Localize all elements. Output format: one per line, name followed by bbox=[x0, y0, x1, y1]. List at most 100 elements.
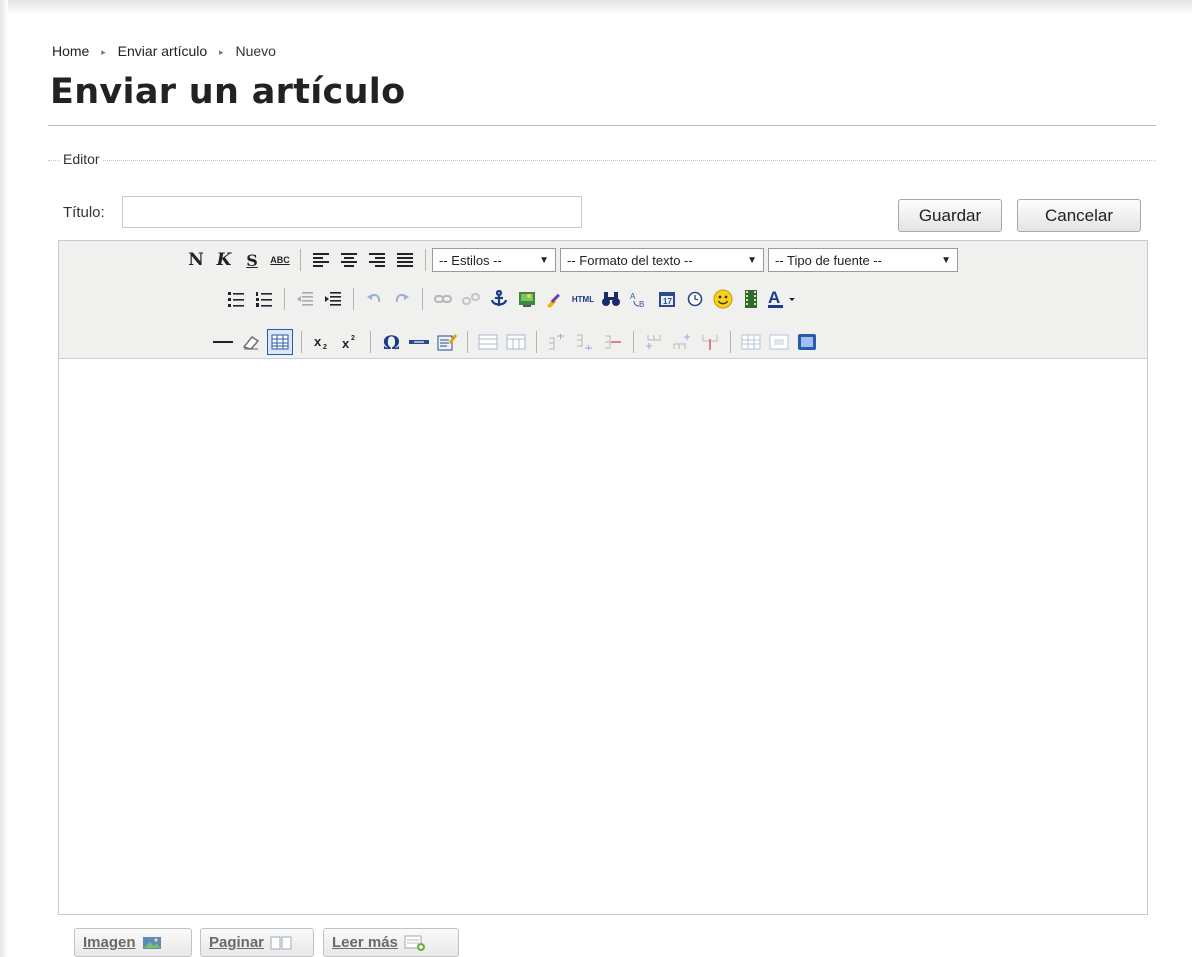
col-before-graphic bbox=[646, 335, 661, 349]
redo-icon[interactable] bbox=[390, 287, 414, 311]
font-select[interactable]: -- Tipo de fuente -- ▼ bbox=[768, 248, 958, 272]
italic-icon[interactable]: K bbox=[212, 248, 236, 272]
styles-select-value: -- Estilos -- bbox=[439, 252, 502, 268]
cancel-button[interactable]: Cancelar bbox=[1017, 199, 1141, 232]
toolbar-separator bbox=[370, 331, 371, 353]
rich-text-editor: N K S ABC -- Estilos -- ▼ -- Formato del… bbox=[58, 240, 1148, 915]
breadcrumb-home[interactable]: Home bbox=[52, 43, 89, 59]
media-icon[interactable] bbox=[739, 287, 763, 311]
table-icon[interactable] bbox=[476, 330, 500, 354]
page-break-button[interactable]: Paginar bbox=[200, 928, 314, 957]
row-before-icon[interactable] bbox=[545, 330, 569, 354]
svg-text:2: 2 bbox=[351, 335, 355, 342]
link-graphic bbox=[434, 295, 452, 303]
align-right-icon[interactable] bbox=[365, 248, 389, 272]
strikethrough-icon[interactable]: S bbox=[240, 248, 264, 272]
advanced-hr-graphic bbox=[409, 340, 429, 344]
align-left-icon[interactable] bbox=[309, 248, 333, 272]
spellcheck-icon[interactable]: ABC bbox=[268, 248, 292, 272]
save-button[interactable]: Guardar bbox=[898, 199, 1002, 232]
html-source-icon[interactable]: HTML bbox=[571, 287, 595, 311]
insert-time-graphic bbox=[687, 291, 703, 307]
redo-graphic bbox=[395, 293, 409, 303]
breadcrumb: Home ▸ Enviar artículo ▸ Nuevo bbox=[52, 43, 276, 59]
styles-select[interactable]: -- Estilos -- ▼ bbox=[432, 248, 556, 272]
toolbar-separator bbox=[353, 288, 354, 310]
toolbar-separator bbox=[633, 331, 634, 353]
cleanup-icon[interactable] bbox=[543, 287, 567, 311]
delete-row-icon[interactable] bbox=[601, 330, 625, 354]
remove-format-icon[interactable] bbox=[239, 330, 263, 354]
image-icon[interactable] bbox=[515, 287, 539, 311]
html-glyph: HTML bbox=[571, 294, 595, 304]
visual-aid-icon[interactable] bbox=[267, 329, 293, 355]
replace-icon[interactable]: AB bbox=[627, 287, 651, 311]
fullscreen-icon[interactable] bbox=[795, 330, 819, 354]
insert-date-icon[interactable]: 17 bbox=[655, 287, 679, 311]
subscript-icon[interactable]: x2 bbox=[310, 330, 334, 354]
insert-time-icon[interactable] bbox=[683, 287, 707, 311]
col-before-icon[interactable] bbox=[642, 330, 666, 354]
link-icon[interactable] bbox=[431, 287, 455, 311]
bullet-list-icon[interactable] bbox=[224, 287, 248, 311]
svg-text:B: B bbox=[639, 300, 644, 308]
window-top-shadow bbox=[0, 0, 1192, 14]
toolbar-separator bbox=[284, 288, 285, 310]
find-icon[interactable] bbox=[599, 287, 623, 311]
align-justify-icon-graphic bbox=[397, 253, 413, 267]
image-graphic bbox=[519, 292, 535, 307]
editor-fieldset-border bbox=[48, 160, 1156, 161]
chevron-down-icon: ▼ bbox=[747, 254, 757, 266]
editor-toolbar: N K S ABC -- Estilos -- ▼ -- Formato del… bbox=[59, 241, 1147, 359]
merge-cells-icon[interactable] bbox=[767, 330, 791, 354]
strike-glyph: S bbox=[246, 250, 258, 270]
row-after-icon[interactable] bbox=[573, 330, 597, 354]
format-select[interactable]: -- Formato del texto -- ▼ bbox=[560, 248, 764, 272]
horizontal-rule-icon[interactable] bbox=[211, 330, 235, 354]
unlink-icon[interactable] bbox=[459, 287, 483, 311]
bold-icon[interactable]: N bbox=[184, 248, 208, 272]
title-divider bbox=[48, 125, 1156, 126]
outdent-icon[interactable] bbox=[293, 287, 317, 311]
svg-text:x: x bbox=[314, 334, 322, 349]
text-color-icon[interactable]: A bbox=[767, 287, 801, 311]
toolbar-row-3: x2 x2 Ω bbox=[209, 327, 821, 357]
anchor-icon[interactable] bbox=[487, 287, 511, 311]
read-more-button[interactable]: Leer más bbox=[323, 928, 459, 957]
col-after-icon[interactable] bbox=[670, 330, 694, 354]
superscript-icon[interactable]: x2 bbox=[338, 330, 362, 354]
emoticon-graphic bbox=[713, 289, 733, 309]
toolbar-separator bbox=[425, 249, 426, 271]
image-icon bbox=[142, 936, 161, 949]
undo-graphic bbox=[367, 293, 381, 303]
svg-text:Ω: Ω bbox=[383, 332, 400, 352]
emoticon-icon[interactable] bbox=[711, 287, 735, 311]
split-cells-icon[interactable] bbox=[739, 330, 763, 354]
delete-col-graphic bbox=[702, 335, 718, 350]
horizontal-rule-graphic bbox=[213, 341, 233, 343]
undo-icon[interactable] bbox=[362, 287, 386, 311]
visual-aid-graphic bbox=[271, 334, 289, 350]
edit-attributes-graphic bbox=[437, 334, 457, 351]
breadcrumb-enviar-articulo[interactable]: Enviar artículo bbox=[118, 43, 207, 59]
indent-graphic bbox=[325, 292, 341, 306]
numbered-list-icon[interactable] bbox=[252, 287, 276, 311]
advanced-hr-icon[interactable] bbox=[407, 330, 431, 354]
insert-date-graphic: 17 bbox=[659, 292, 675, 307]
table-props-icon[interactable] bbox=[504, 330, 528, 354]
indent-icon[interactable] bbox=[321, 287, 345, 311]
col-after-graphic bbox=[673, 334, 690, 349]
delete-col-icon[interactable] bbox=[698, 330, 722, 354]
editor-content-area[interactable] bbox=[59, 359, 1147, 914]
align-justify-icon[interactable] bbox=[393, 248, 417, 272]
align-left-icon-graphic bbox=[313, 253, 329, 267]
breadcrumb-current: Nuevo bbox=[235, 43, 276, 59]
insert-image-button[interactable]: Imagen bbox=[74, 928, 192, 957]
toolbar-separator bbox=[467, 331, 468, 353]
special-char-icon[interactable]: Ω bbox=[379, 330, 403, 354]
edit-attributes-icon[interactable] bbox=[435, 330, 459, 354]
subscript-graphic: x2 bbox=[314, 334, 327, 351]
align-center-icon[interactable] bbox=[337, 248, 361, 272]
insert-image-label: Imagen bbox=[83, 934, 136, 951]
title-input[interactable] bbox=[122, 196, 582, 228]
